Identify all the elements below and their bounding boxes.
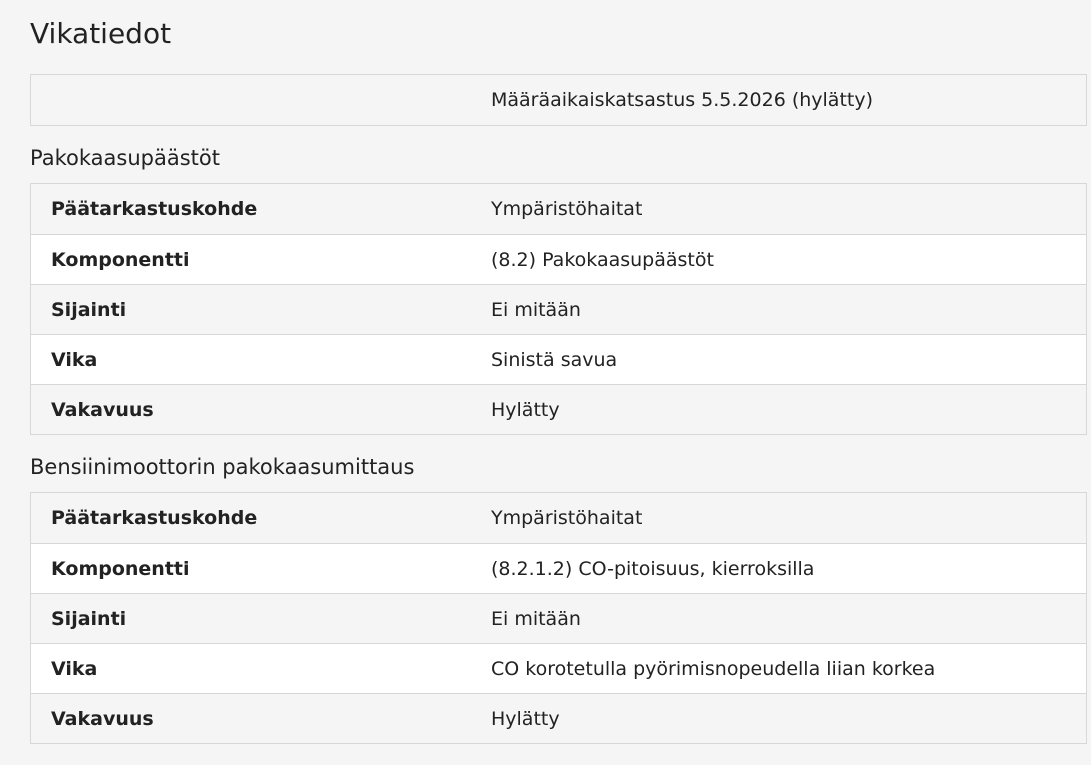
table-row: Vika CO korotetulla pyörimisnopeudella l… — [31, 643, 1086, 693]
petrol-exhaust-measurement-table: Päätarkastuskohde Ympäristöhaitat Kompon… — [30, 492, 1087, 744]
row-label: Vakavuus — [51, 707, 154, 730]
table-row: Komponentti (8.2) Pakokaasupäästöt — [31, 234, 1086, 284]
section-heading-exhaust-emissions: Pakokaasupäästöt — [30, 146, 220, 170]
row-value: Sinistä savua — [491, 348, 618, 371]
row-value: (8.2.1.2) CO-pitoisuus, kierroksilla — [491, 557, 815, 580]
table-row: Vakavuus Hylätty — [31, 384, 1086, 434]
row-value: (8.2) Pakokaasupäästöt — [491, 248, 714, 271]
row-label: Päätarkastuskohde — [51, 507, 258, 529]
section-heading-petrol-exhaust-measurement: Bensiinimoottorin pakokaasumittaus — [30, 455, 415, 479]
row-label: Vika — [51, 348, 98, 371]
table-row: Vika Sinistä savua — [31, 334, 1086, 384]
row-label: Vika — [51, 657, 98, 680]
row-label: Päätarkastuskohde — [51, 198, 258, 220]
inspection-value: Määräaikaiskatsastus 5.5.2026 (hylätty) — [491, 89, 874, 111]
row-value: Hylätty — [491, 398, 560, 421]
row-label: Sijainti — [51, 298, 127, 321]
row-value: Ei mitään — [491, 607, 581, 630]
row-label: Sijainti — [51, 607, 127, 630]
table-row: Sijainti Ei mitään — [31, 593, 1086, 643]
row-value: Ympäristöhaitat — [491, 198, 643, 220]
table-row: Sijainti Ei mitään — [31, 284, 1086, 334]
row-label: Komponentti — [51, 557, 190, 580]
table-row: Komponentti (8.2.1.2) CO-pitoisuus, kier… — [31, 543, 1086, 593]
inspection-row: Määräaikaiskatsastus 5.5.2026 (hylätty) — [31, 75, 1086, 125]
row-label: Komponentti — [51, 248, 190, 271]
inspection-table: Määräaikaiskatsastus 5.5.2026 (hylätty) — [30, 74, 1087, 126]
page-title: Vikatiedot — [30, 17, 172, 50]
exhaust-emissions-table: Päätarkastuskohde Ympäristöhaitat Kompon… — [30, 183, 1087, 435]
table-row: Vakavuus Hylätty — [31, 693, 1086, 743]
row-value: Ympäristöhaitat — [491, 507, 643, 529]
fault-details-page: Vikatiedot Määräaikaiskatsastus 5.5.2026… — [30, 0, 1087, 744]
row-value: Hylätty — [491, 707, 560, 730]
row-value: Ei mitään — [491, 298, 581, 321]
table-row: Päätarkastuskohde Ympäristöhaitat — [31, 184, 1086, 234]
row-label: Vakavuus — [51, 398, 154, 421]
row-value: CO korotetulla pyörimisnopeudella liian … — [491, 657, 936, 680]
table-row: Päätarkastuskohde Ympäristöhaitat — [31, 493, 1086, 543]
